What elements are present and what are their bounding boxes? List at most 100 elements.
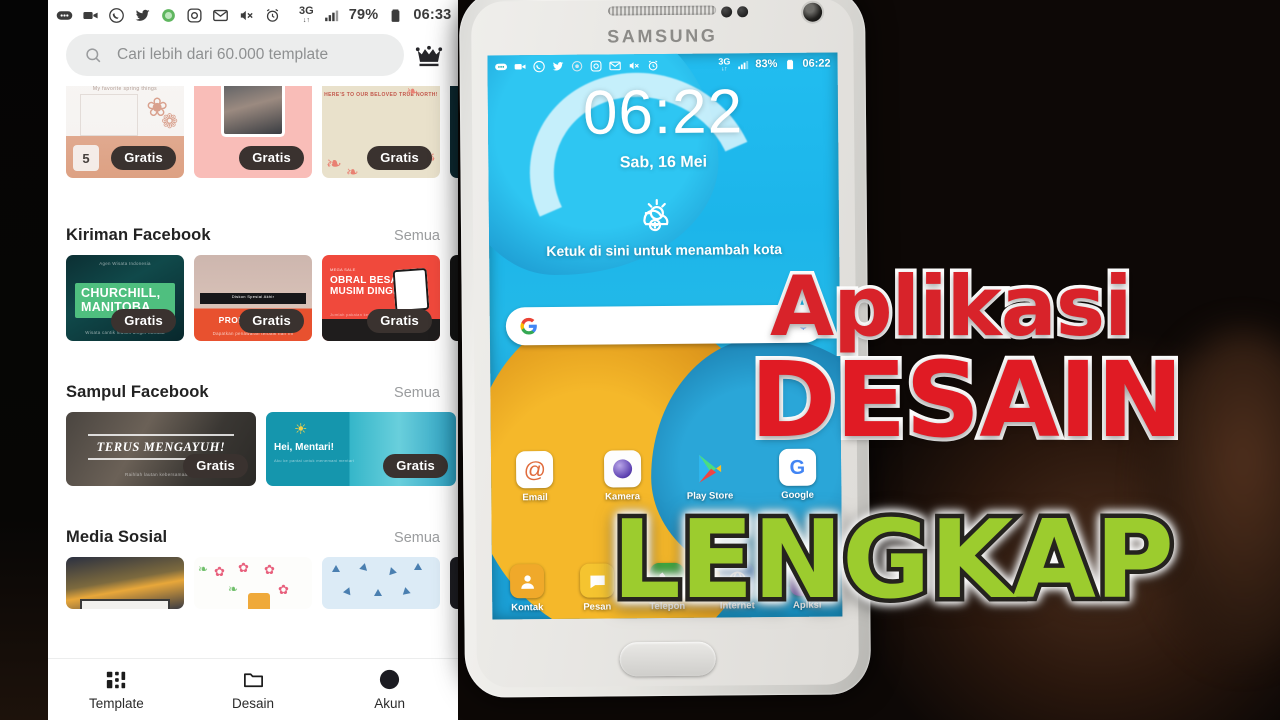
twitter-icon [135, 9, 150, 21]
network-type-indicator: 3G ↓↑ [299, 5, 314, 25]
mute-icon [240, 10, 253, 20]
email-at-icon: @ [516, 450, 554, 489]
card-caption: TERUS MENGAYUH! [96, 440, 226, 454]
list-item[interactable] [66, 557, 184, 609]
home-button[interactable] [619, 641, 716, 677]
status-badge: Gratis [111, 309, 176, 333]
card-subtitle: Diskon Spesial Akhir [231, 294, 275, 299]
more-dots-icon [56, 10, 73, 20]
list-item[interactable]: Diskon Spesial Akhir PROMO CYBER Dapatka… [194, 255, 312, 341]
list-item[interactable] [450, 557, 458, 609]
video-camera-icon [83, 11, 98, 19]
search-row: Cari lebih dari 60.000 template [48, 30, 458, 86]
app-item-playstore[interactable]: Play Store [666, 449, 754, 502]
card-subtitle: Agen Wisata Indonesia [99, 261, 151, 266]
phone-brand-label: SAMSUNG [607, 25, 718, 47]
status-badge: Gratis [239, 309, 304, 333]
more-dots-icon [495, 63, 508, 70]
app-status-bar: 3G ↓↑ 79% 06:33 [48, 0, 458, 30]
status-badge: Gratis [239, 146, 304, 170]
overlay-title-line1: Aplikasi [767, 258, 1137, 355]
template-row-kiriman[interactable]: Agen Wisata Indonesia CHURCHILL, MANITOB… [48, 255, 458, 341]
camera-icon [603, 450, 642, 488]
status-badge: Gratis [367, 309, 432, 333]
account-circle-icon [380, 669, 400, 690]
section-header-sampul: Sampul Facebook Semua [48, 383, 458, 402]
nav-label: Template [88, 695, 144, 711]
template-scroll-area[interactable]: My favorite spring things ❀ ❁ 5 Gratis G… [48, 86, 458, 658]
weather-hint-label: Ketuk di sini untuk menambah kota [546, 240, 783, 260]
list-item[interactable]: TERUS MENGAYUH! Raihlah lautan kebersama… [66, 412, 256, 486]
front-camera [803, 2, 823, 22]
status-badge: Gratis [383, 454, 448, 478]
proximity-sensor [721, 6, 733, 18]
lockscreen-clock: 06:22 [582, 77, 744, 148]
card-photo [224, 86, 282, 134]
nav-item-desain[interactable]: Desain [185, 668, 322, 711]
section-title: Sampul Facebook [66, 383, 209, 401]
overlay-title-line3: LENGKAP [607, 498, 1178, 623]
see-all-link[interactable]: Semua [394, 385, 440, 401]
contacts-icon [509, 564, 545, 599]
list-item[interactable] [450, 255, 458, 341]
list-item[interactable]: ❧ ✿ ✿ ❧ ✿ ✿ [194, 557, 312, 609]
earpiece-speaker [608, 5, 717, 16]
signal-bars-icon [324, 10, 338, 21]
nav-item-template[interactable]: Template [48, 669, 185, 711]
app-item-kamera[interactable]: Kamera [578, 450, 666, 503]
list-item[interactable]: My favorite spring things ❀ ❁ 5 Gratis [66, 86, 184, 178]
price-tag-icon [392, 267, 430, 313]
instagram-icon [187, 7, 202, 23]
clock-label: 06:22 [802, 57, 831, 70]
messages-icon [579, 563, 615, 598]
app-label: Email [522, 492, 548, 504]
folder-icon [243, 673, 263, 688]
card-count-badge: 5 [73, 145, 99, 171]
canva-app-panel: 3G ↓↑ 79% 06:33 Cari lebih dari 60.000 t… [48, 0, 458, 720]
play-store-icon [691, 449, 728, 486]
overlay-title-line2: DESAIN [746, 339, 1187, 461]
list-item[interactable]: ☀ Hei, Mentari! Aku ke pantai untuk mene… [266, 412, 456, 486]
section-header-kiriman: Kiriman Facebook Semua [48, 226, 458, 245]
google-g-icon [520, 317, 537, 335]
signal-bars-icon [738, 60, 749, 69]
template-row-top[interactable]: My favorite spring things ❀ ❁ 5 Gratis G… [48, 86, 458, 178]
green-app-icon [162, 8, 175, 22]
list-item[interactable]: Agen Wisata Indonesia CHURCHILL, MANITOB… [66, 255, 184, 341]
dock-item-kontak[interactable]: Kontak [492, 564, 562, 614]
alarm-icon [648, 60, 658, 70]
crown-icon[interactable] [414, 40, 444, 70]
grid-icon [107, 671, 126, 688]
sun-cloud-icon[interactable] [489, 192, 839, 240]
list-item[interactable] [450, 86, 458, 178]
section-title: Kiriman Facebook [66, 226, 211, 244]
see-all-link[interactable]: Semua [394, 228, 440, 244]
app-item-email[interactable]: @ Email [491, 450, 579, 504]
list-item[interactable]: Gratis [194, 86, 312, 178]
nav-item-akun[interactable]: Akun [321, 668, 458, 711]
list-item[interactable]: HERE'S TO OUR BELOVED TRUE NORTH! ❧ ❧ ❧ … [322, 86, 440, 178]
whatsapp-icon [109, 7, 124, 23]
battery-percent-label: 79% [348, 7, 379, 23]
gmail-icon [213, 9, 228, 21]
dock-label: Kontak [511, 602, 544, 614]
battery-icon [786, 59, 793, 69]
search-placeholder: Cari lebih dari 60.000 template [117, 46, 329, 63]
whatsapp-icon [533, 60, 545, 72]
left-dark-edge [0, 0, 48, 720]
see-all-link[interactable]: Semua [394, 530, 440, 546]
clock-label: 06:33 [413, 7, 452, 23]
section-title: Media Sosial [66, 528, 168, 546]
card-subtitle: Aku ke pantai untuk menemani mentari [274, 458, 355, 463]
list-item[interactable]: MEGA SALE OBRAL BESAR MUSIM DINGIN Jumla… [322, 255, 440, 341]
light-sensor [737, 6, 749, 18]
template-row-sampul[interactable]: TERUS MENGAYUH! Raihlah lautan kebersama… [48, 412, 458, 486]
section-header-media: Media Sosial Semua [48, 528, 458, 547]
phone-status-bar: 3G ↓↑ 83% 06:22 [487, 52, 837, 77]
card-caption: Hei, Mentari! [274, 442, 335, 453]
list-item[interactable] [322, 557, 440, 609]
sun-icon: ☀ [294, 421, 308, 438]
template-row-media[interactable]: ❧ ✿ ✿ ❧ ✿ ✿ [48, 557, 458, 609]
search-input[interactable]: Cari lebih dari 60.000 template [66, 34, 404, 76]
instagram-icon [590, 60, 602, 72]
